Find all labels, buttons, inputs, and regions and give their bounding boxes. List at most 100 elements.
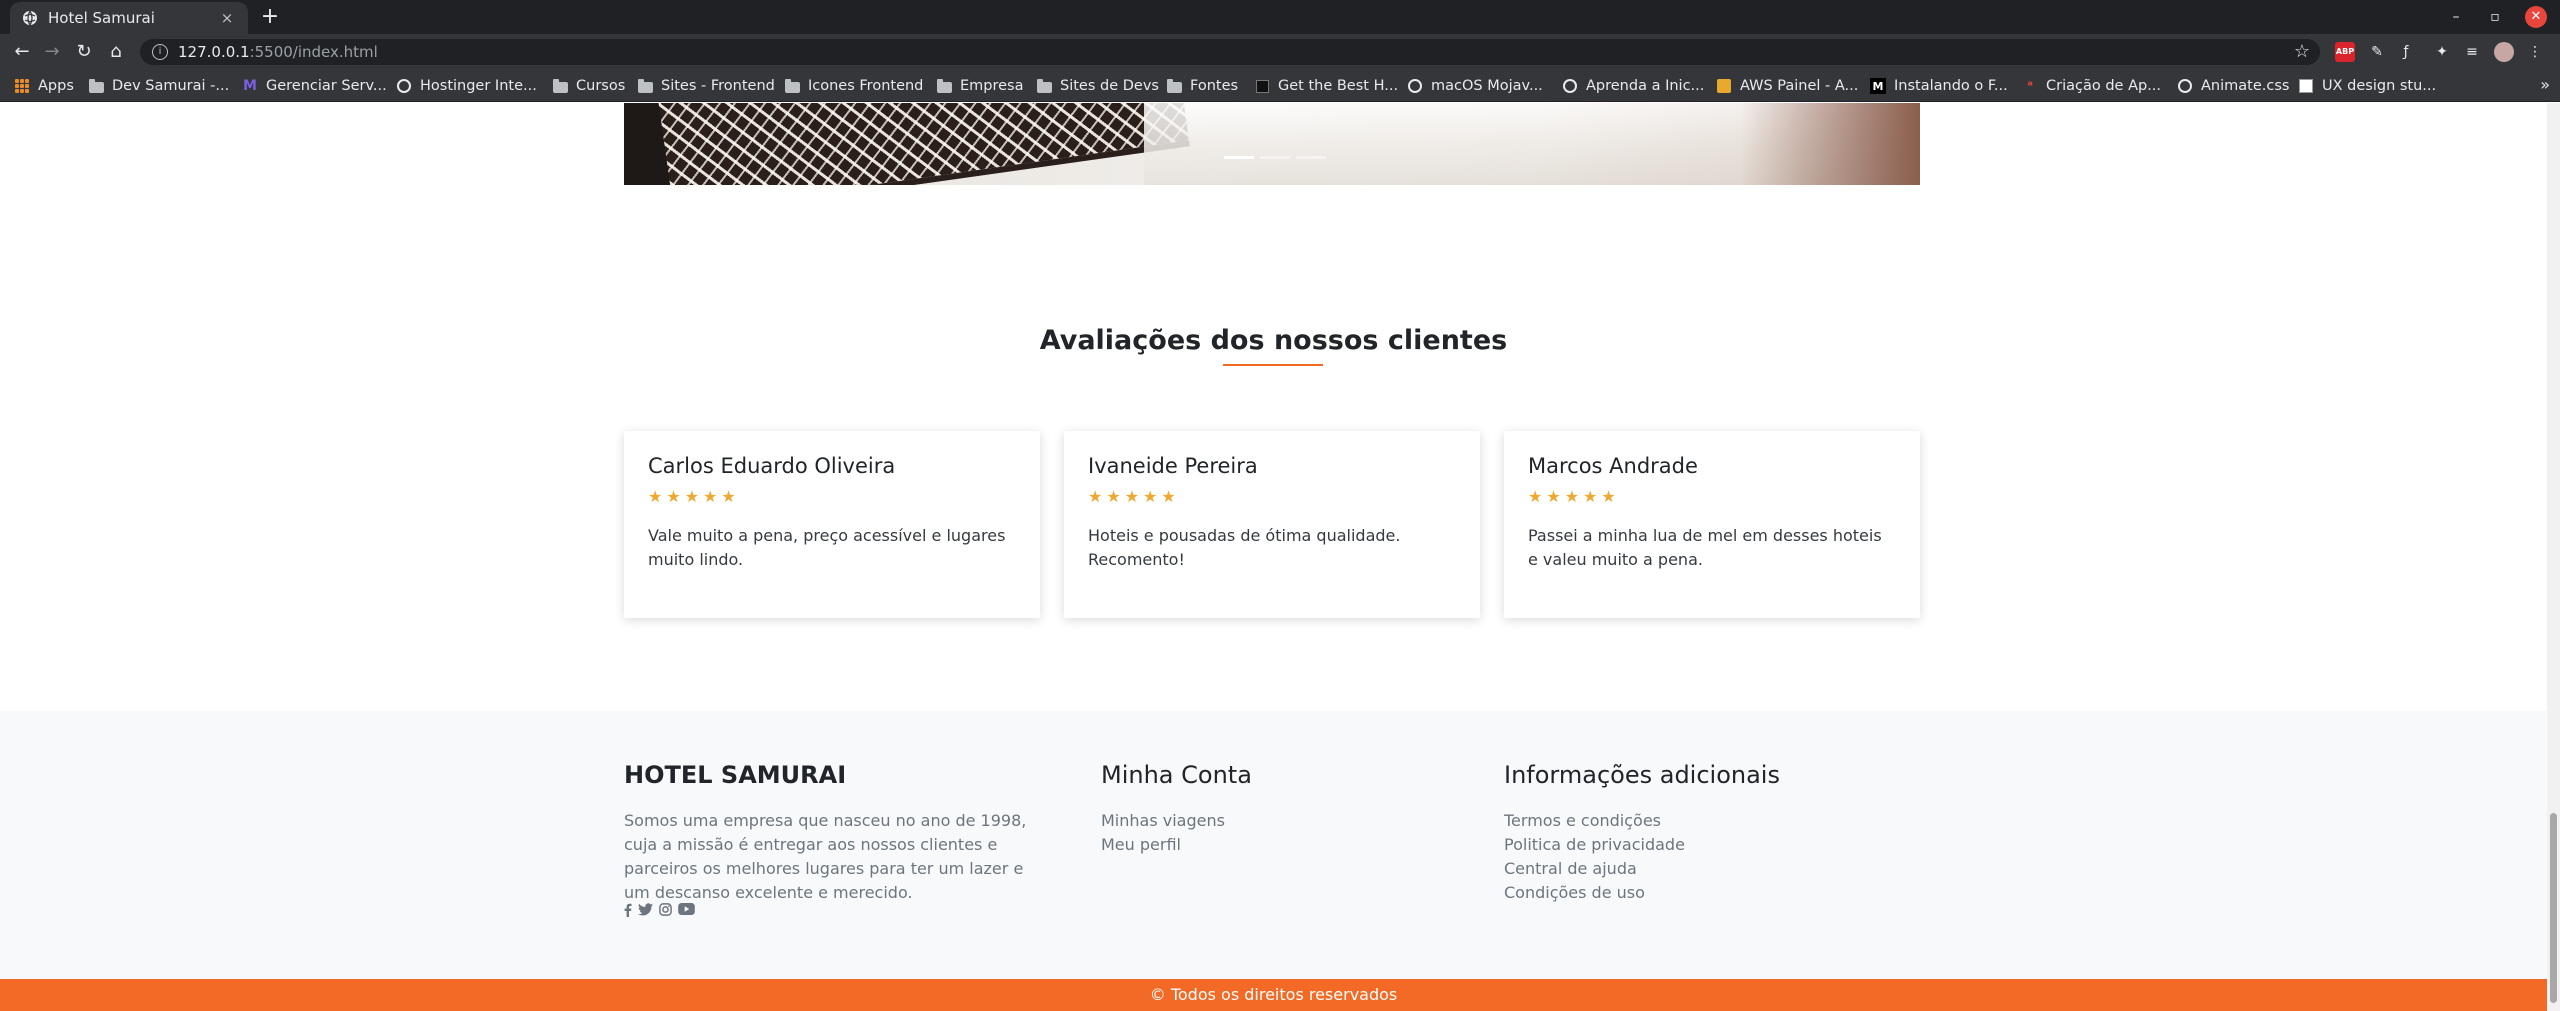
new-tab-button[interactable]: + [258, 5, 282, 29]
bookmark-get-the-best[interactable]: Get the Best H... [1254, 75, 1398, 97]
carousel-indicator[interactable] [1296, 156, 1326, 159]
bookmark-folder-dev-samurai[interactable]: Dev Samurai -... [88, 75, 229, 97]
footer-account-links: Minhas viagens Meu perfil [1101, 809, 1225, 857]
footer-info-title: Informações adicionais [1504, 761, 1780, 789]
facebook-icon[interactable] [624, 903, 632, 919]
carousel-indicator[interactable] [1260, 156, 1290, 159]
footer-account-title: Minha Conta [1101, 761, 1252, 789]
reading-list-icon[interactable]: ≡ [2462, 42, 2482, 62]
globe-icon [2177, 78, 2193, 94]
bookmark-label: Empresa [960, 78, 1024, 94]
browser-tab[interactable]: Hotel Samurai × [10, 2, 248, 34]
bookmark-aws-painel[interactable]: AWS Painel - A... [1716, 75, 1858, 97]
review-card: Ivaneide Pereira ★★★★★ Hoteis e pousadas… [1064, 431, 1480, 618]
close-tab-icon[interactable]: × [218, 9, 236, 27]
twitter-icon[interactable] [638, 903, 653, 919]
medium-icon: M [1870, 78, 1886, 94]
reload-icon[interactable]: ↻ [72, 40, 96, 64]
font-ninja-icon[interactable]: ƒ [2396, 42, 2416, 62]
carousel-indicators [1224, 156, 1326, 159]
minimize-window-button[interactable]: – [2445, 6, 2467, 28]
footer-brand-title: HOTEL SAMURAI [624, 761, 847, 789]
home-icon[interactable]: ⌂ [104, 40, 128, 64]
close-window-button[interactable]: ✕ [2525, 6, 2547, 28]
extensions-puzzle-icon[interactable]: ✦ [2432, 42, 2452, 62]
copyright-bar: © Todos os direitos reservados [0, 979, 2547, 1011]
bookmark-label: Cursos [576, 78, 626, 94]
forward-icon[interactable]: → [40, 40, 64, 64]
bookmark-label: Hostinger Inte... [420, 78, 537, 94]
bookmark-instalando-o-f[interactable]: M Instalando o F... [1870, 75, 2008, 97]
carousel-indicator[interactable] [1224, 156, 1254, 159]
bookmark-hostinger[interactable]: Hostinger Inte... [396, 75, 537, 97]
bookmark-label: AWS Painel - A... [1740, 78, 1859, 94]
bookmark-gerenciar-serv[interactable]: M Gerenciar Serv... [242, 75, 387, 97]
bookmark-star-icon[interactable]: ☆ [2294, 41, 2310, 62]
globe-icon [22, 10, 38, 26]
bookmark-folder-cursos[interactable]: Cursos [552, 75, 625, 97]
globe-icon [1562, 78, 1578, 94]
apps-grid-icon [14, 78, 30, 94]
adblock-plus-icon[interactable]: ABP [2335, 42, 2355, 62]
bookmark-label: Apps [38, 78, 74, 94]
bookmarks-overflow-icon[interactable]: » [2540, 75, 2550, 94]
page-scrollbar[interactable] [2547, 103, 2560, 1011]
footer-link-meu-perfil[interactable]: Meu perfil [1101, 833, 1225, 857]
site-icon [2298, 78, 2314, 94]
folder-icon [552, 78, 568, 94]
folder-icon [1166, 78, 1182, 94]
bookmark-label: Animate.css [2201, 78, 2290, 94]
aws-icon [1716, 78, 1732, 94]
folder-icon [1036, 78, 1052, 94]
reviewer-name: Marcos Andrade [1528, 454, 1698, 478]
footer-link-central-ajuda[interactable]: Central de ajuda [1504, 857, 1685, 881]
footer-link-privacidade[interactable]: Politica de privacidade [1504, 833, 1685, 857]
bookmarks-bar: Apps Dev Samurai -... M Gerenciar Serv..… [0, 70, 2560, 102]
instagram-icon[interactable] [659, 903, 672, 919]
review-card: Marcos Andrade ★★★★★ Passei a minha lua … [1504, 431, 1920, 618]
bookmark-criacao-de-ap[interactable]: ᵃ Criação de Ap... [2022, 75, 2161, 97]
bookmark-label: Instalando o F... [1894, 78, 2008, 94]
star-rating: ★★★★★ [1088, 487, 1180, 506]
footer-about-text: Somos uma empresa que nasceu no ano de 1… [624, 811, 1027, 902]
browser-tab-strip: Hotel Samurai × + – ▫ ✕ [0, 0, 2560, 34]
profile-avatar[interactable] [2494, 42, 2514, 62]
globe-icon [396, 78, 412, 94]
folder-icon [784, 78, 800, 94]
review-text: Passei a minha lua de mel em desses hote… [1528, 526, 1882, 569]
bookmark-ux-design[interactable]: UX design stu... [2298, 75, 2436, 97]
footer-link-termos[interactable]: Termos e condições [1504, 809, 1685, 833]
reviewer-name: Ivaneide Pereira [1088, 454, 1258, 478]
browser-menu-icon[interactable]: ⋮ [2525, 42, 2545, 62]
bookmark-folder-sites-frontend[interactable]: Sites - Frontend [637, 75, 775, 97]
url-path: :5500/index.html [249, 43, 378, 61]
scrollbar-thumb[interactable] [2550, 813, 2557, 1003]
page-viewport: Avaliações dos nossos clientes Carlos Ed… [0, 103, 2547, 1011]
review-card: Carlos Eduardo Oliveira ★★★★★ Vale muito… [624, 431, 1040, 618]
footer-link-minhas-viagens[interactable]: Minhas viagens [1101, 809, 1225, 833]
bookmark-label: Dev Samurai -... [112, 78, 230, 94]
tab-title: Hotel Samurai [48, 9, 155, 27]
bookmark-aprenda-a-inic[interactable]: Aprenda a Inic... [1562, 75, 1704, 97]
bookmark-macos-mojave[interactable]: macOS Mojav... [1407, 75, 1543, 97]
bookmark-folder-icones-frontend[interactable]: Icones Frontend [784, 75, 923, 97]
bookmark-label: Fontes [1190, 78, 1239, 94]
youtube-icon[interactable] [678, 903, 695, 919]
footer-link-condicoes-uso[interactable]: Condições de uso [1504, 881, 1685, 905]
site-info-icon[interactable]: i [152, 44, 168, 60]
bookmark-folder-fontes[interactable]: Fontes [1166, 75, 1238, 97]
back-icon[interactable]: ← [10, 40, 34, 64]
restore-window-button[interactable]: ▫ [2484, 6, 2506, 28]
bookmark-label: UX design stu... [2322, 78, 2437, 94]
address-bar[interactable]: i 127.0.0.1:5500/index.html ☆ [140, 39, 2320, 65]
folder-icon [88, 78, 104, 94]
pen-tool-icon[interactable]: ✎ [2367, 42, 2387, 62]
bookmark-folder-empresa[interactable]: Empresa [936, 75, 1024, 97]
bookmark-apps[interactable]: Apps [14, 75, 74, 97]
bookmark-animate-css[interactable]: Animate.css [2177, 75, 2289, 97]
site-icon [1254, 78, 1270, 94]
bookmark-folder-sites-de-devs[interactable]: Sites de Devs [1036, 75, 1159, 97]
hero-carousel-image [624, 103, 1920, 185]
reviewer-name: Carlos Eduardo Oliveira [648, 454, 896, 478]
bookmark-label: macOS Mojav... [1431, 78, 1543, 94]
